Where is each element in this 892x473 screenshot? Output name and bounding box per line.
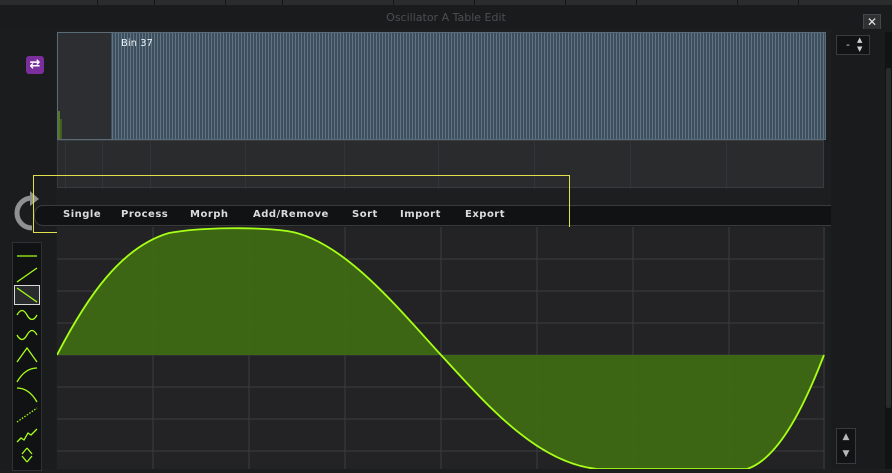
menu-sort[interactable]: Sort	[352, 209, 378, 220]
menu-import[interactable]: Import	[400, 209, 441, 220]
sine-inverted-shape-icon[interactable]	[15, 326, 39, 344]
spinner-up-arrow-icon[interactable]: ▲	[837, 429, 855, 446]
window-title: Oscillator A Table Edit	[386, 11, 506, 24]
bin-fundamental-region	[58, 33, 111, 139]
phase-bin-display[interactable]	[57, 140, 824, 189]
sine-shape-icon[interactable]	[15, 306, 39, 324]
step-shape-icon[interactable]	[15, 386, 39, 404]
bin-select-value: -	[846, 38, 850, 51]
updown-arrows-icon: ▲ ▼	[857, 36, 863, 53]
menu-morph[interactable]: Morph	[190, 209, 229, 220]
menu-export[interactable]: Export	[465, 209, 505, 220]
waveform-editor[interactable]	[56, 227, 825, 470]
spinner-down-arrow-icon[interactable]: ▼	[837, 446, 855, 463]
ramp-curve-shape-icon[interactable]	[15, 366, 39, 384]
ramp-down-shape-icon[interactable]	[14, 285, 40, 305]
menu-process[interactable]: Process	[121, 209, 168, 220]
waveform-graph[interactable]	[56, 227, 825, 470]
table-position-spinner[interactable]: ▲ ▼	[836, 428, 856, 464]
harmonic-bin-display[interactable]: Bin 37	[57, 32, 826, 140]
up-down-shape-icon[interactable]	[15, 446, 39, 464]
flat-shape-icon[interactable]	[15, 247, 39, 265]
harmonic-bins	[112, 33, 825, 139]
bin-select-dropdown[interactable]: - ▲ ▼	[836, 35, 870, 55]
menu-single[interactable]: Single	[63, 209, 101, 220]
fundamental-bin-bar	[58, 111, 62, 139]
title-bar: Oscillator A Table Edit ✕	[0, 5, 892, 31]
vertical-scrollbar[interactable]	[885, 32, 892, 469]
dotted-ramp-shape-icon[interactable]	[15, 406, 39, 424]
ramp-up-shape-icon[interactable]	[15, 266, 39, 284]
random-noise-shape-icon[interactable]	[15, 426, 39, 444]
shape-preset-strip	[12, 242, 42, 471]
table-edit-menu-bar: Single Process Morph Add/Remove Sort Imp…	[34, 205, 853, 226]
right-panel	[831, 29, 892, 469]
loop-toggle-icon[interactable]: ⇄	[26, 56, 44, 74]
bin-label: Bin 37	[121, 38, 153, 49]
triangle-shape-icon[interactable]	[15, 346, 39, 364]
menu-add-remove[interactable]: Add/Remove	[253, 209, 329, 220]
scrollbar-thumb[interactable]	[886, 68, 891, 408]
